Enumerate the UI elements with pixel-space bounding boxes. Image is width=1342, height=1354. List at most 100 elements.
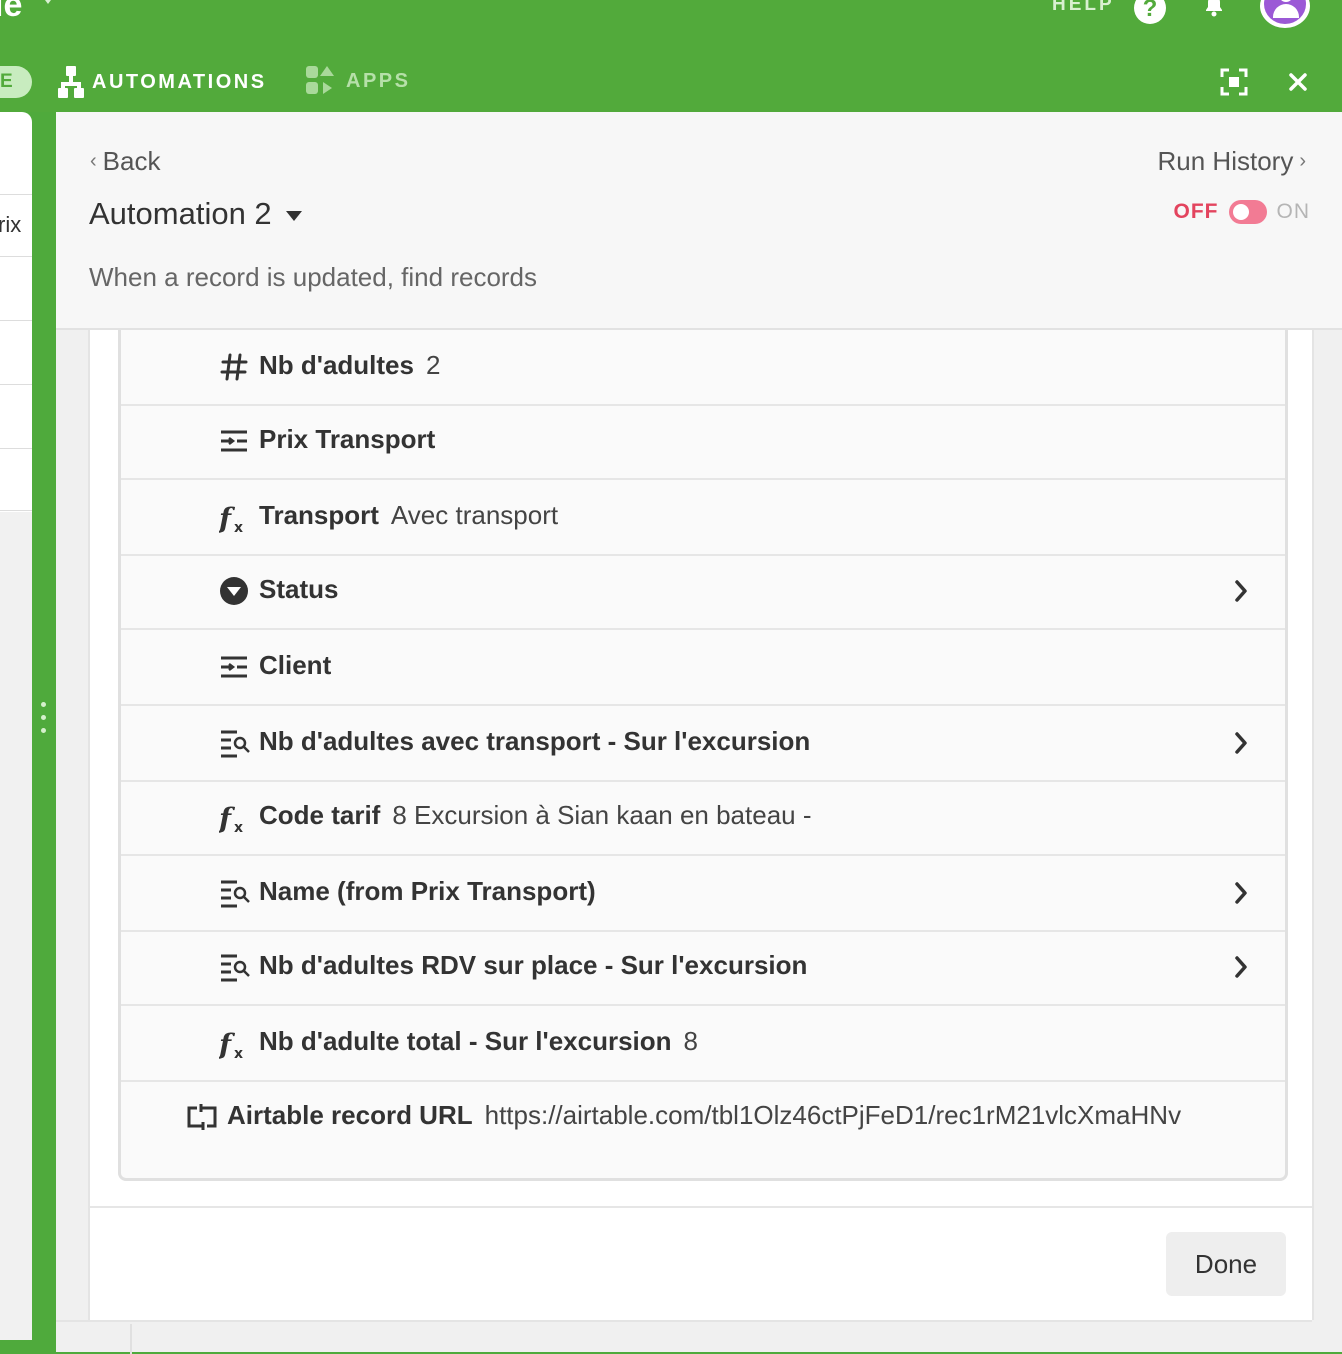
footer: Done: [90, 1206, 1312, 1322]
single-select-icon: [219, 576, 249, 606]
tab-automations[interactable]: AUTOMATIONS: [58, 66, 267, 98]
field-name: Status: [259, 574, 338, 605]
linked-record-icon: [219, 652, 249, 682]
divider: [56, 1320, 1312, 1322]
tab-data[interactable]: E: [0, 66, 32, 98]
lookup-icon: [219, 728, 250, 758]
field-name: Airtable record URL https://airtable.com/…: [227, 1100, 1181, 1131]
field-value: https://airtable.com/tbl1Olz46ctPjFeD1/r…: [484, 1100, 1182, 1130]
grid-row: [0, 384, 32, 449]
field-name: Transport Avec transport: [259, 500, 558, 531]
grid-row: [0, 448, 32, 511]
lookup-icon: [219, 878, 250, 908]
field-name: Nb d'adultes avec transport - Sur l'excu…: [259, 726, 810, 757]
top-bar: le HELP ? E AUTOMATIONS APPS: [0, 0, 1342, 112]
field-name-text: Name (from Prix Transport): [259, 876, 596, 906]
tab-apps-label: APPS: [346, 69, 411, 92]
grid-row: [0, 112, 32, 195]
back-button[interactable]: ‹ Back: [90, 146, 160, 177]
field-name: Nb d'adultes 2: [259, 350, 440, 381]
formula-icon: fx: [217, 802, 249, 836]
grid-empty-area: [0, 512, 32, 1340]
chevron-right-icon[interactable]: [1233, 730, 1249, 761]
field-name-text: Nb d'adultes avec transport - Sur l'excu…: [259, 726, 811, 756]
svg-text:x: x: [234, 520, 243, 534]
toggle-off-label: OFF: [1173, 200, 1219, 223]
field-row: Prix Transport: [121, 404, 1285, 480]
lookup-icon: [219, 952, 250, 982]
field-name: Client: [259, 650, 331, 681]
field-row: Nb d'adultes 2: [121, 330, 1285, 406]
run-history-link[interactable]: Run History ›: [1158, 146, 1307, 177]
chevron-right-icon[interactable]: [1233, 954, 1249, 985]
field-name-text: Prix Transport: [259, 424, 436, 454]
close-icon[interactable]: [1284, 68, 1312, 101]
field-name: Nb d'adultes RDV sur place - Sur l'excur…: [259, 950, 807, 981]
automation-description: When a record is updated, find records: [89, 262, 538, 292]
field-value: 8 Excursion à Sian kaan en bateau -: [392, 800, 812, 830]
chevron-right-icon: ›: [1299, 150, 1306, 172]
field-row: Client: [121, 630, 1285, 706]
base-menu-caret-icon[interactable]: [42, 0, 54, 4]
base-name[interactable]: le: [0, 0, 22, 25]
caret-down-icon[interactable]: [285, 211, 302, 221]
field-name: Prix Transport: [259, 424, 435, 455]
toggle-on-label: ON: [1276, 200, 1310, 223]
step-card: Nb d'adultes 2 Prix Transport f x Transport Av…: [88, 330, 1314, 1322]
field-name: Nb d'adulte total - Sur l'excursion 8: [259, 1026, 698, 1057]
field-name-text: Nb d'adultes RDV sur place - Sur l'excur…: [259, 950, 808, 980]
automation-name: Automation 2: [89, 196, 272, 231]
linked-record-icon: [219, 426, 249, 456]
tab-apps[interactable]: APPS: [306, 66, 410, 96]
toggle-switch[interactable]: [1228, 200, 1267, 224]
chevron-right-icon[interactable]: [1233, 880, 1249, 911]
automation-title[interactable]: Automation 2: [89, 196, 302, 232]
field-name: Name (from Prix Transport): [259, 876, 596, 907]
field-row[interactable]: Status: [121, 554, 1285, 630]
apps-icon: [306, 66, 334, 94]
field-name-text: Status: [259, 574, 339, 604]
field-name-text: Nb d'adulte total - Sur l'excursion: [259, 1026, 672, 1056]
field-row: f x Transport Avec transport: [121, 480, 1285, 556]
field-row: f x Nb d'adulte total - Sur l'excursion 8: [121, 1006, 1285, 1082]
help-link[interactable]: HELP: [1052, 0, 1115, 16]
divider: [130, 1324, 132, 1354]
run-history-label: Run History: [1157, 146, 1294, 176]
field-name-text: Airtable record URL: [227, 1100, 473, 1130]
panel-body: Nb d'adultes 2 Prix Transport f x Transport Av…: [56, 330, 1342, 1354]
formula-icon: fx: [217, 1028, 249, 1062]
back-label: Back: [102, 146, 161, 176]
grid-row: [0, 256, 32, 321]
fullscreen-icon[interactable]: [1220, 68, 1248, 101]
tab-data-label: E: [0, 71, 13, 92]
field-row[interactable]: Name (from Prix Transport): [121, 856, 1285, 932]
notifications-bell-icon[interactable]: [1202, 0, 1226, 23]
toggle-knob: [1232, 204, 1249, 220]
field-name: Code tarif 8 Excursion à Sian kaan en bat…: [259, 800, 812, 831]
field-value: 2: [425, 350, 441, 380]
grid-row: [0, 320, 32, 385]
grid-cell-text: rix: [0, 212, 22, 237]
field-name-text: Nb d'adultes: [259, 350, 414, 380]
chevron-right-icon[interactable]: [1233, 578, 1249, 609]
field-name-text: Client: [259, 650, 332, 680]
formula-icon: fx: [217, 502, 249, 536]
number-icon: [219, 352, 249, 382]
grid-peek: rix: [0, 112, 32, 1340]
field-row[interactable]: Nb d'adultes RDV sur place - Sur l'excur…: [121, 930, 1285, 1006]
automation-panel: ‹ Back Run History › Automation 2 OFF ON…: [56, 112, 1342, 1354]
done-button[interactable]: Done: [1166, 1232, 1286, 1296]
panel-resize-handle[interactable]: [41, 702, 47, 741]
panel-header: ‹ Back Run History › Automation 2 OFF ON…: [56, 112, 1342, 330]
tab-automations-label: AUTOMATIONS: [92, 70, 267, 93]
svg-text:x: x: [234, 1046, 243, 1060]
field-row[interactable]: Nb d'adultes avec transport - Sur l'excu…: [121, 706, 1285, 782]
user-avatar[interactable]: [1260, 0, 1310, 28]
help-icon[interactable]: ?: [1134, 0, 1166, 24]
automation-toggle[interactable]: OFF ON: [1174, 200, 1311, 224]
automations-icon: [58, 66, 84, 98]
field-name-text: Code tarif: [259, 800, 381, 830]
field-value: 8: [683, 1026, 698, 1056]
field-row: Airtable record URL https://airtable.com/…: [121, 1080, 1285, 1154]
record-fields-list: Nb d'adultes 2 Prix Transport f x Transport Av…: [118, 330, 1288, 1181]
